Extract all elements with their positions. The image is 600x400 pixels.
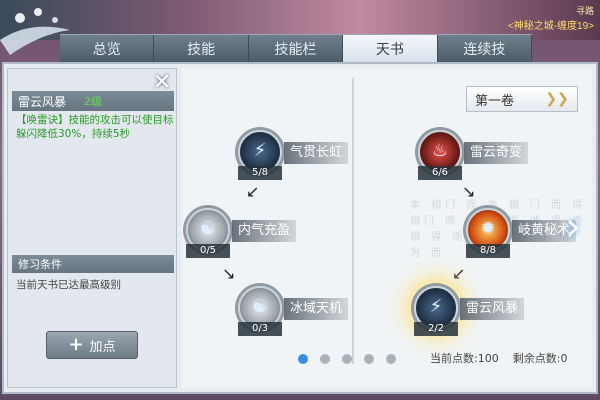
condition-header: 修习条件: [12, 255, 174, 273]
skill-description: 【唤雷诀】技能的攻击可以使目标躲闪降低30%，持续5秒: [16, 113, 174, 141]
node-count: 0/5: [186, 244, 230, 258]
skill-info-panel: ✕ 雷云风暴 2级 【唤雷诀】技能的攻击可以使目标躲闪降低30%，持续5秒 修习…: [7, 68, 177, 388]
tab-bar: 总览 技能 技能栏 天书 连续技: [60, 34, 533, 62]
lightning-icon: ⚡: [429, 296, 443, 317]
figure-icon: ☯: [251, 296, 269, 317]
tab-skills[interactable]: 技能: [154, 35, 249, 62]
arrow-icon: ↘: [462, 182, 476, 201]
node-count: 6/6: [418, 166, 462, 180]
remain-points-value: 0: [560, 352, 568, 365]
volume-select[interactable]: 第一卷 ❯❯: [466, 86, 578, 112]
quest-text: <神秘之城-缠度19>: [507, 21, 594, 32]
close-icon[interactable]: ✕: [152, 72, 172, 94]
lightning-icon: ⚡: [253, 140, 267, 161]
arrow-icon: ↙: [246, 182, 260, 201]
arrow-icon: ↘: [222, 264, 236, 283]
skill-name: 雷云风暴: [18, 94, 67, 109]
node-label: 雷云风暴: [460, 298, 525, 320]
page-dot[interactable]: [298, 354, 308, 364]
fire-icon: ✹: [480, 218, 496, 239]
node-count: 8/8: [466, 244, 510, 258]
desc-value: 30%: [58, 128, 82, 140]
desc-mid: ，持续: [81, 128, 113, 140]
tab-overview[interactable]: 总览: [60, 35, 155, 62]
page-indicator: [298, 354, 396, 364]
desc-duration: 5秒: [112, 128, 131, 140]
node-label: 雷云奇变: [464, 142, 529, 164]
quest-title: 寻路: [575, 6, 594, 16]
main-panel: ✕ 雷云风暴 2级 【唤雷诀】技能的攻击可以使目标躲闪降低30%，持续5秒 修习…: [2, 62, 598, 394]
tab-tianshu[interactable]: 天书: [343, 35, 438, 62]
quest-tracker[interactable]: 寻路 <神秘之城-缠度19>: [508, 4, 594, 32]
plus-icon: +: [68, 334, 84, 355]
remain-points-label: 剩余点数:: [512, 352, 561, 365]
flame-icon: ♨: [431, 140, 449, 161]
page-dot[interactable]: [320, 354, 330, 364]
arrow-icon: ↙: [452, 264, 466, 283]
page-dot[interactable]: [342, 354, 352, 364]
node-count: 5/8: [238, 166, 282, 180]
tree-divider: [352, 78, 354, 364]
node-label: 内气充盈: [232, 220, 297, 242]
skill-level: 2级: [84, 95, 103, 108]
condition-text: 当前天书已达最高级别: [16, 279, 121, 291]
node-count: 2/2: [414, 322, 458, 336]
chevron-down-icon: ❯❯: [545, 91, 569, 107]
used-points-value: 100: [477, 352, 499, 365]
figure-icon: ☯: [199, 218, 217, 239]
page-dot[interactable]: [386, 354, 396, 364]
tab-combo[interactable]: 连续技: [438, 35, 533, 62]
used-points-label: 当前点数:: [430, 352, 478, 365]
tab-skill-bar[interactable]: 技能栏: [249, 35, 344, 62]
node-count: 0/3: [238, 322, 282, 336]
skill-header: 雷云风暴 2级: [12, 91, 174, 111]
volume-select-value: 第一卷: [475, 93, 515, 109]
points-summary: 当前点数:100 剩余点数:0: [430, 350, 567, 366]
add-point-label: 加点: [89, 339, 116, 355]
node-label: 冰域天机: [284, 298, 349, 320]
node-label: 气贯长虹: [284, 142, 349, 164]
add-point-button[interactable]: + 加点: [46, 331, 138, 359]
next-page-arrow-icon[interactable]: ›: [560, 204, 586, 250]
skill-tree: 本 相门 而 为 相 门 而 得 相门 而 得 门 而 涉 得 而 相 得 而 …: [182, 68, 592, 388]
page-dot[interactable]: [364, 354, 374, 364]
